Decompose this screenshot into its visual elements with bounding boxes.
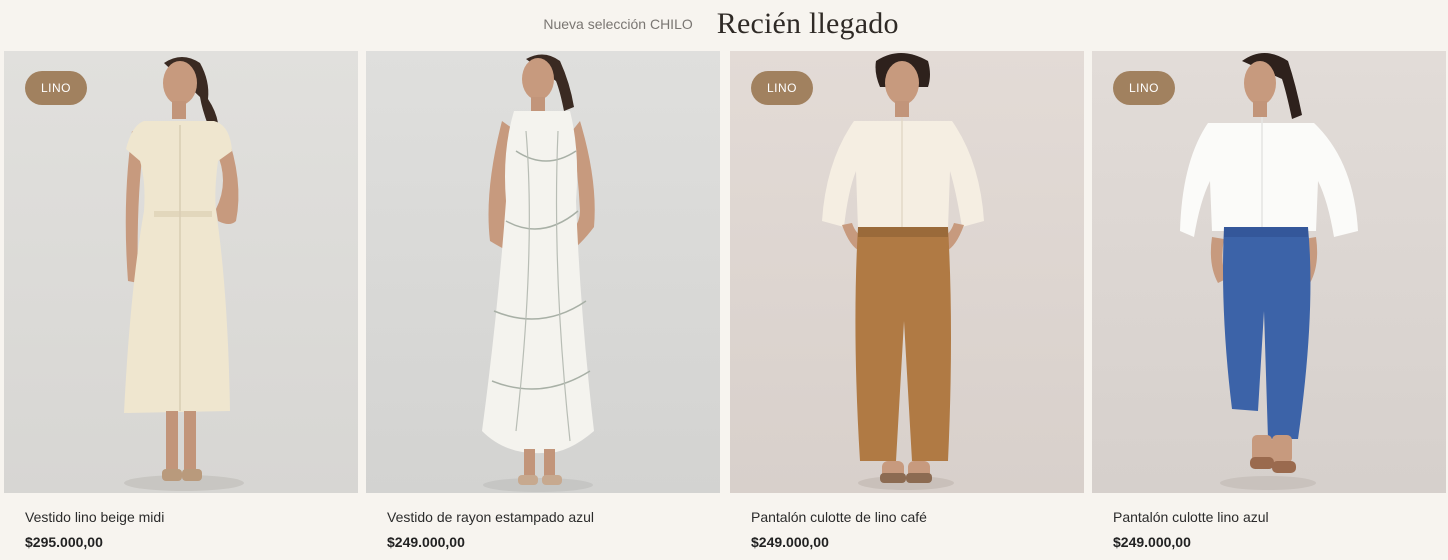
product-price: $249.000,00: [1113, 534, 1191, 550]
material-badge: LINO: [1113, 71, 1175, 105]
material-badge: LINO: [25, 71, 87, 105]
product-price: $295.000,00: [25, 534, 103, 550]
model-photo-illustration: [1180, 53, 1358, 490]
product-name[interactable]: Vestido de rayon estampado azul: [387, 509, 594, 525]
product-card[interactable]: LINO Vestido lino beige midi $295.000,00: [4, 51, 358, 560]
product-image[interactable]: LINO: [1092, 51, 1446, 493]
section-subtitle: Nueva selección CHILO: [543, 16, 693, 32]
product-image[interactable]: LINO: [730, 51, 1084, 493]
model-photo-illustration: [822, 53, 984, 490]
product-card[interactable]: LINO Pantalón culotte de lino café $249.…: [730, 51, 1084, 560]
model-photo-illustration: [482, 54, 595, 492]
product-image[interactable]: LINO: [4, 51, 358, 493]
product-price: $249.000,00: [751, 534, 829, 550]
product-image[interactable]: [366, 51, 720, 493]
section-title: Recién llegado: [716, 7, 899, 40]
product-price: $249.000,00: [387, 534, 465, 550]
product-name[interactable]: Vestido lino beige midi: [25, 509, 164, 525]
section-header: Nueva selección CHILO Recién llegado: [0, 0, 1448, 48]
product-name[interactable]: Pantalón culotte lino azul: [1113, 509, 1269, 525]
product-name[interactable]: Pantalón culotte de lino café: [751, 509, 927, 525]
product-grid: LINO Vestido lino beige midi $295.000,00: [4, 51, 1446, 560]
material-badge: LINO: [751, 71, 813, 105]
model-photo-illustration: [124, 57, 244, 491]
product-card[interactable]: LINO Pantalón culotte lino azul $249.000…: [1092, 51, 1446, 560]
product-card[interactable]: Vestido de rayon estampado azul $249.000…: [366, 51, 720, 560]
